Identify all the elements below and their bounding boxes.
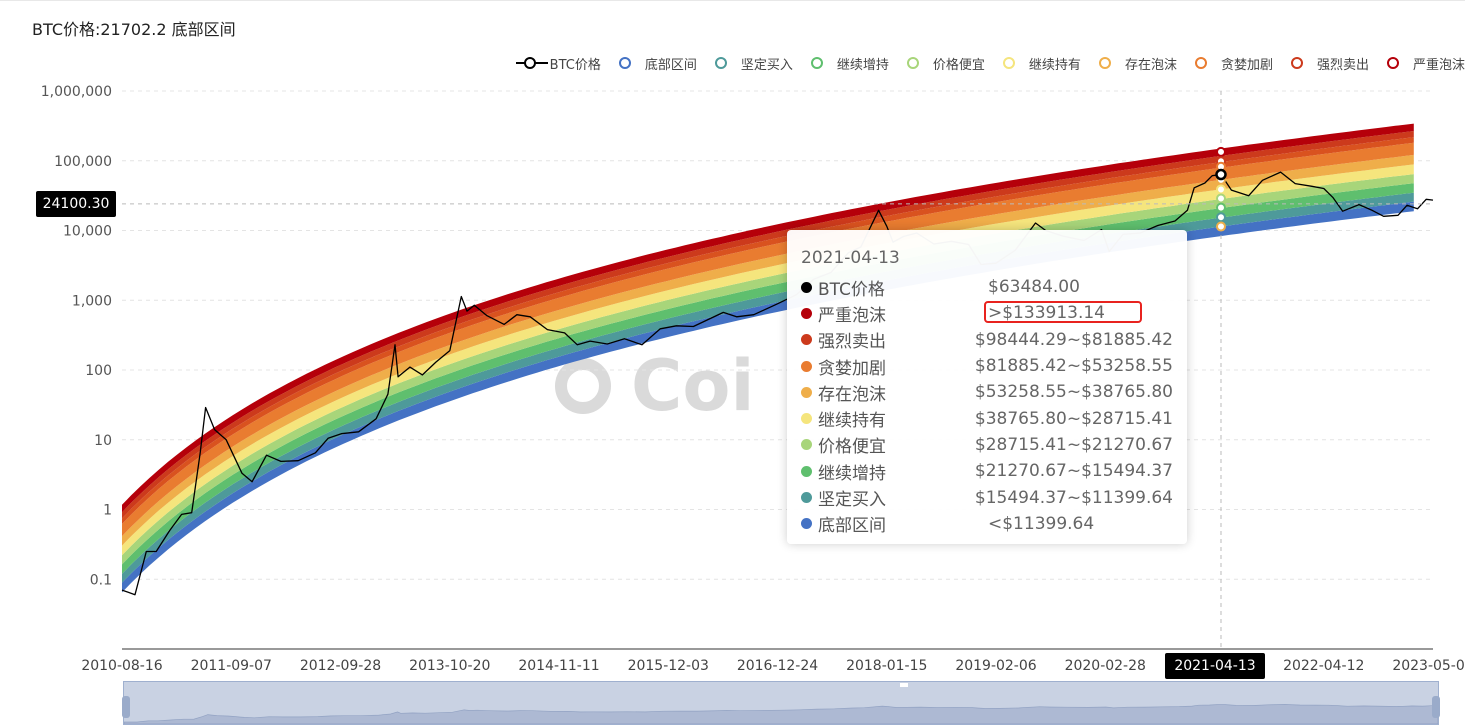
- x-axis-pointer-label: 2021-04-13: [1165, 653, 1265, 679]
- slider-left-handle[interactable]: [122, 696, 130, 718]
- x-tick-label: 2023-05-04: [1392, 658, 1465, 674]
- tooltip-series-name: 坚定买入: [818, 490, 886, 511]
- tooltip-series-value: $53258.55~$38765.80: [974, 382, 1173, 403]
- crosshair-marker: [1215, 221, 1226, 232]
- tooltip-row: 贪婪加剧 $81885.42~$53258.55: [801, 353, 1173, 379]
- x-tick-label: 2011-09-07: [191, 658, 272, 674]
- crosshair-marker: [1215, 146, 1226, 157]
- tooltip-series-value: $21270.67~$15494.37: [974, 461, 1173, 482]
- tooltip-series-value: $38765.80~$28715.41: [974, 408, 1173, 429]
- tooltip-row: 价格便宜 $28715.41~$21270.67: [801, 432, 1173, 458]
- x-tick-label: 2016-12-24: [737, 658, 818, 674]
- tooltip-series-name: 底部区间: [818, 516, 886, 537]
- crosshair-marker: [1215, 184, 1226, 195]
- tooltip-series-value: $15494.37~$11399.64: [974, 487, 1173, 508]
- tooltip-dot-icon: [801, 360, 812, 372]
- x-tick-label: 2012-09-28: [300, 658, 381, 674]
- x-tick-label: 2018-01-15: [846, 658, 927, 674]
- tooltip-dot-icon: [801, 413, 812, 425]
- btc-rainbow-chart[interactable]: 0.1 1 10 100 1,000 10,000 100,000 1,000,000 2010…: [0, 0, 1465, 727]
- tooltip-series-value: $98444.29~$81885.42: [974, 329, 1173, 350]
- y-axis-pointer-label: 24100.30: [36, 191, 116, 217]
- tooltip-row: BTC价格 $63484.00: [801, 274, 1173, 300]
- y-tick-label: 100: [85, 363, 112, 379]
- tooltip-row: 强烈卖出 $98444.29~$81885.42: [801, 327, 1173, 353]
- tooltip-dot-icon: [801, 334, 812, 346]
- tooltip-series-name: 价格便宜: [818, 437, 886, 458]
- x-tick-label: 2014-11-11: [518, 658, 599, 674]
- highlight-box: [984, 301, 1142, 324]
- y-tick-label: 0.1: [90, 572, 112, 588]
- crosshair-marker: [1215, 202, 1226, 213]
- tooltip-row: 严重泡沫 >$133913.14: [801, 300, 1173, 326]
- tooltip-series-value: $81885.42~$53258.55: [974, 356, 1173, 377]
- tooltip-series-value: $28715.41~$21270.67: [974, 434, 1173, 455]
- tooltip-dot-icon: [801, 281, 812, 293]
- tooltip-row: 存在泡沫 $53258.55~$38765.80: [801, 379, 1173, 405]
- tooltip: 2021-04-13 BTC价格 $63484.00 严重泡沫 >$133913.14…: [787, 230, 1187, 544]
- tooltip-series-name: 继续持有: [818, 411, 886, 432]
- tooltip-dot-icon: [801, 465, 812, 477]
- x-tick-label: 2013-10-20: [409, 658, 490, 674]
- tooltip-row: 继续增持 $21270.67~$15494.37: [801, 458, 1173, 484]
- y-tick-label: 10,000: [63, 224, 112, 240]
- tooltip-dot-icon: [801, 386, 812, 398]
- x-tick-label: 2020-02-28: [1065, 658, 1146, 674]
- tooltip-dot-icon: [801, 518, 812, 530]
- tooltip-date: 2021-04-13: [801, 248, 900, 268]
- tooltip-dot-icon: [801, 307, 812, 319]
- x-tick-label: 2010-08-16: [81, 658, 162, 674]
- tooltip-series-name: 存在泡沫: [818, 384, 886, 405]
- tooltip-series-value: <$11399.64: [988, 513, 1095, 534]
- tooltip-series-name: 强烈卖出: [818, 332, 886, 353]
- y-tick-label: 1,000: [72, 293, 112, 309]
- tooltip-row: 坚定买入 $15494.37~$11399.64: [801, 484, 1173, 510]
- x-tick-label: 2019-02-06: [955, 658, 1036, 674]
- y-tick-label: 1: [103, 503, 112, 519]
- x-tick-label: 2022-04-12: [1283, 658, 1364, 674]
- y-tick-label: 10: [94, 433, 112, 449]
- slider-right-handle[interactable]: [1432, 696, 1440, 718]
- tooltip-dot-icon: [801, 439, 812, 451]
- tooltip-series-name: 严重泡沫: [818, 305, 886, 326]
- tooltip-row: 继续持有 $38765.80~$28715.41: [801, 405, 1173, 431]
- crosshair-marker: [1215, 193, 1226, 204]
- tooltip-series-name: 继续增持: [818, 463, 886, 484]
- x-tick-label: 2015-12-03: [628, 658, 709, 674]
- price-marker: [1215, 168, 1227, 181]
- slider-move-grip[interactable]: [900, 683, 908, 687]
- tooltip-series-value: $63484.00: [988, 277, 1080, 298]
- tooltip-row: 底部区间 <$11399.64: [801, 511, 1173, 537]
- tooltip-series-name: 贪婪加剧: [818, 358, 886, 379]
- data-zoom-slider[interactable]: [122, 681, 1440, 725]
- y-tick-label: 1,000,000: [41, 84, 112, 100]
- crosshair-marker: [1215, 212, 1226, 223]
- slider-data-shadow: [124, 704, 1438, 724]
- y-tick-label: 100,000: [54, 154, 112, 170]
- tooltip-dot-icon: [801, 492, 812, 504]
- tooltip-series-name: BTC价格: [818, 279, 885, 300]
